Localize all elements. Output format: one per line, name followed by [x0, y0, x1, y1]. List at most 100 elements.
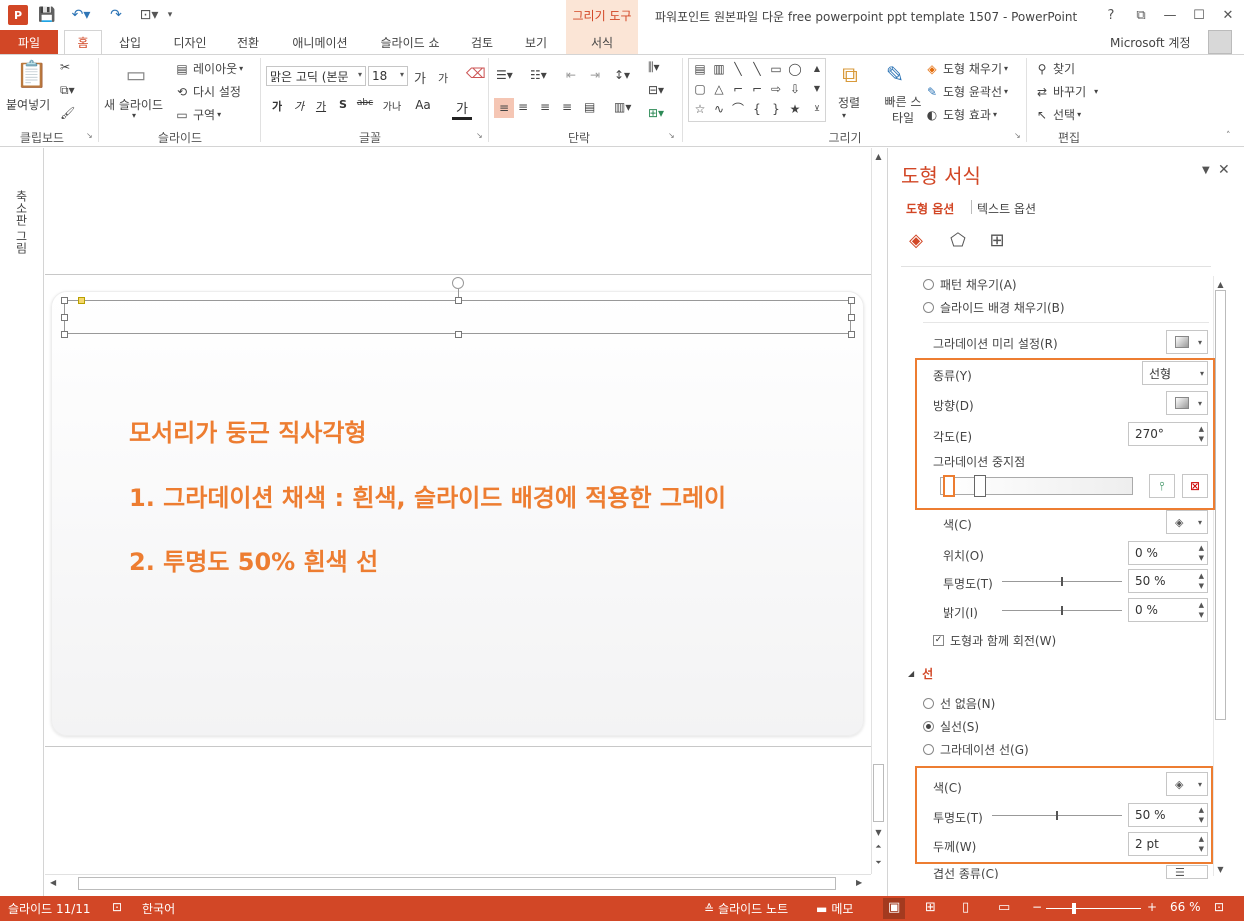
grow-font-button[interactable]: 가 [414, 68, 426, 87]
resize-handle[interactable] [848, 297, 855, 304]
textbox-shape-icon[interactable]: ▤ [692, 61, 708, 77]
rounded-rectangle-shape[interactable] [51, 291, 864, 736]
line-spacing-icon[interactable]: ↕▾ [614, 68, 630, 82]
start-presentation-icon[interactable]: ⊡▾ [136, 6, 162, 24]
brace-shape-icon[interactable]: { [749, 101, 765, 117]
collapse-ribbon-icon[interactable]: ˄ [1226, 131, 1231, 141]
rounded-rect-shape-icon[interactable]: ▢ [692, 81, 708, 97]
avatar[interactable] [1208, 30, 1232, 54]
paragraph-launcher-icon[interactable]: ↘ [668, 131, 675, 140]
pane-scroll-down-icon[interactable]: ▼ [1213, 865, 1228, 874]
next-slide-icon[interactable]: ⏷ [871, 858, 886, 868]
line-transparency-slider-knob[interactable] [1056, 811, 1058, 820]
fit-to-window-icon[interactable]: ⊡ [1214, 900, 1224, 914]
position-spinner[interactable]: 0 % ▲ ▼ [1128, 541, 1208, 565]
paste-button[interactable]: 붙여넣기 [6, 96, 50, 113]
remove-stop-icon[interactable]: ⊠ [1182, 474, 1208, 498]
solid-line-radio[interactable] [923, 721, 934, 732]
customize-qat-icon[interactable]: ▾ [164, 6, 176, 24]
language-indicator[interactable]: 한국어 [142, 900, 175, 917]
tab-slideshow[interactable]: 슬라이드 쇼 [370, 30, 450, 54]
size-properties-icon[interactable]: ⊞ [984, 227, 1010, 253]
bold-button[interactable]: 가 [268, 98, 286, 114]
arrange-dropdown-icon[interactable]: ▾ [842, 111, 846, 120]
scroll-up-icon[interactable]: ▲ [871, 152, 886, 161]
distribute-icon[interactable]: ▤ [584, 100, 595, 114]
gradient-stops-bar[interactable] [940, 477, 1133, 495]
font-launcher-icon[interactable]: ↘ [476, 131, 483, 140]
align-text-icon[interactable]: ⊟▾ [648, 83, 664, 97]
align-left-icon[interactable]: ≡ [494, 98, 514, 118]
change-case-button[interactable]: Aa [410, 98, 436, 112]
gallery-scroll-down-icon[interactable]: ▼ [809, 81, 825, 97]
gradient-line-option[interactable]: 그라데이션 선(G) [923, 741, 1029, 758]
editor-hscroll-thumb[interactable] [78, 877, 836, 890]
close-button[interactable]: ✕ [1215, 4, 1241, 26]
vertical-textbox-shape-icon[interactable]: ▥ [711, 61, 727, 77]
reset-button[interactable]: ⟲ 다시 설정 [174, 83, 241, 100]
freeform-shape-icon[interactable]: ⌒ [730, 101, 746, 117]
zoom-out-button[interactable]: − [1032, 900, 1042, 914]
arrange-button[interactable]: 정렬 [838, 94, 860, 111]
brace-right-shape-icon[interactable]: } [768, 101, 784, 117]
clipboard-launcher-icon[interactable]: ↘ [86, 131, 93, 140]
find-button[interactable]: ⚲ 찾기 [1034, 60, 1076, 77]
rotate-with-shape-checkbox[interactable]: ✓ [933, 635, 944, 646]
brightness-slider-knob[interactable] [1061, 606, 1063, 615]
resize-handle[interactable] [848, 331, 855, 338]
shrink-font-button[interactable]: 가 [438, 70, 448, 86]
tab-text-options[interactable]: 텍스트 옵션 [977, 200, 1036, 217]
section-button[interactable]: ▭ 구역 ▾ [174, 106, 221, 123]
transparency-slider-knob[interactable] [1061, 577, 1063, 586]
star-shape-icon[interactable]: ☆ [692, 101, 708, 117]
adjust-handle[interactable] [78, 297, 85, 304]
curve-shape-icon[interactable]: ∿ [711, 101, 727, 117]
shadow-button[interactable]: S [334, 98, 352, 111]
resize-handle[interactable] [455, 331, 462, 338]
solid-line-option[interactable]: 실선(S) [923, 718, 979, 735]
select-button[interactable]: ↖ 선택 ▾ [1034, 106, 1081, 123]
help-button[interactable]: ? [1098, 4, 1124, 26]
decrease-indent-icon[interactable]: ⇤ [566, 68, 576, 82]
pattern-fill-radio[interactable] [923, 279, 934, 290]
oval-shape-icon[interactable]: ◯ [787, 61, 803, 77]
angle-spinner[interactable]: 270° ▲ ▼ [1128, 422, 1208, 446]
columns-icon[interactable]: ▥▾ [614, 100, 631, 114]
tab-transitions[interactable]: 전환 [228, 30, 268, 54]
tab-review[interactable]: 검토 [462, 30, 502, 54]
tab-format[interactable]: 서식 [566, 30, 638, 54]
selected-shape-outline[interactable] [64, 300, 851, 334]
line-shape-icon[interactable]: ╲ [730, 61, 746, 77]
slide-bg-fill-radio[interactable] [923, 302, 934, 313]
notes-button[interactable]: ≙ 슬라이드 노트 [704, 900, 788, 917]
gradient-stop-1[interactable] [943, 475, 955, 497]
new-slide-dropdown-icon[interactable]: ▾ [132, 111, 136, 120]
shape-fill-button[interactable]: ◈ 도형 채우기 ▾ [924, 60, 1008, 77]
scroll-right-icon[interactable]: ▶ [856, 878, 862, 887]
zoom-level[interactable]: 66 % [1170, 900, 1201, 914]
no-line-option[interactable]: 선 없음(N) [923, 695, 995, 712]
text-direction-icon[interactable]: ⫼▾ [648, 60, 660, 75]
align-center-icon[interactable]: ≡ [518, 100, 528, 114]
gradient-stop-2[interactable] [974, 475, 986, 497]
brightness-spinner[interactable]: 0 % ▲ ▼ [1128, 598, 1208, 622]
no-line-radio[interactable] [923, 698, 934, 709]
previous-slide-icon[interactable]: ⏶ [871, 842, 886, 852]
underline-button[interactable]: 가 [312, 98, 330, 114]
zoom-in-button[interactable]: + [1147, 900, 1157, 914]
format-painter-icon[interactable]: 🖌 [60, 106, 75, 120]
rotate-handle[interactable] [452, 277, 464, 289]
star-filled-shape-icon[interactable]: ★ [787, 101, 803, 117]
tab-animations[interactable]: 애니메이션 [282, 30, 358, 54]
arrow-line-shape-icon[interactable]: ╲ [749, 61, 765, 77]
line-section-header[interactable]: ◢ 선 [908, 665, 933, 682]
slide-sorter-view-icon[interactable]: ⊞ [925, 900, 936, 915]
smartart-icon[interactable]: ⊞▾ [648, 106, 664, 120]
elbow-arrow-shape-icon[interactable]: ⌐ [749, 81, 765, 97]
justify-icon[interactable]: ≡ [562, 100, 572, 114]
resize-handle[interactable] [455, 297, 462, 304]
shapes-gallery[interactable]: ▤ ▥ ╲ ╲ ▭ ◯ ▢ △ ⌐ ⌐ ⇨ ⇩ ☆ ∿ ⌒ { } ★ ▲ ▼ … [688, 58, 826, 122]
increase-indent-icon[interactable]: ⇥ [590, 68, 600, 82]
save-icon[interactable]: 💾 [38, 6, 56, 24]
bullets-icon[interactable]: ☰▾ [496, 68, 513, 82]
